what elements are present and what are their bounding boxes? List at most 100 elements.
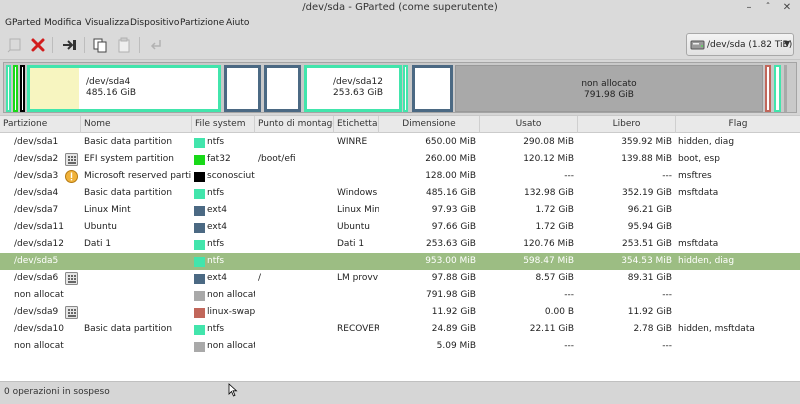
paste-icon[interactable] [116,37,132,53]
copy-icon[interactable] [92,37,108,53]
table-row[interactable]: /dev/sda4 Basic data partition ntfs Windows… [0,185,800,202]
cell-used: 1.72 GiB [535,222,574,232]
cell-partition: /dev/sda2 [14,154,59,164]
device-label: /dev/sda (1.82 TiB) [707,40,793,50]
map-segment-sda6[interactable] [412,65,453,112]
table-row[interactable]: /dev/sda3 Microsoft reserved partition sco… [0,168,800,185]
cell-free: 95.94 GiB [627,222,672,232]
filesystem-color-swatch [194,240,205,250]
cell-filesystem: ntfs [207,137,225,147]
cell-mount-point: /boot/efi [258,154,296,164]
table-row[interactable]: non allocato non allocato 791.98 GiB --- --- [0,287,800,304]
menu-aiuto[interactable]: Aiuto [226,18,249,28]
cell-name [84,304,191,321]
cell-name: Ubuntu [84,222,117,232]
cell-free: --- [662,290,672,300]
cell-flags: hidden, diag [678,137,735,147]
close-icon[interactable]: ✕ [781,2,793,14]
undo-icon[interactable] [148,37,164,53]
map-segment-sda7[interactable] [224,65,261,112]
used-space-fill [30,68,79,109]
cell-flags [678,219,798,236]
table-row[interactable]: /dev/sda10 Basic data partition ntfs RECOVE… [0,321,800,338]
map-segment-sda4[interactable]: /dev/sda4 485.16 GiB [27,65,221,112]
title-bar: /dev/sda - GParted (come superutente) – … [0,0,800,17]
filesystem-color-swatch [194,172,205,182]
column-header-flag[interactable]: Flag [676,116,800,133]
column-header-partizione[interactable]: Partizione [0,116,81,133]
cell-filesystem: non allocato [207,341,255,351]
cell-flags: boot, esp [678,154,720,164]
map-segment-sda3[interactable] [20,65,25,112]
cell-used: 598.47 MiB [523,256,574,266]
cell-filesystem: fat32 [207,154,231,164]
column-header-dimensione[interactable]: Dimensione [379,116,480,133]
cell-size: 260.00 MiB [425,154,476,164]
column-header-nome[interactable]: Nome [81,116,192,133]
cell-filesystem: ntfs [207,324,225,334]
menu-gparted[interactable]: GParted [5,18,41,28]
warning-icon [65,170,78,183]
new-partition-icon[interactable] [7,37,23,53]
table-row[interactable]: /dev/sda12 Dati 1 ntfs Dati 1 253.63 GiB 120.… [0,236,800,253]
map-segment-unallocated-end[interactable] [784,65,787,112]
device-selector[interactable]: /dev/sda (1.82 TiB) ▼ [686,33,794,56]
cell-partition: /dev/sda10 [14,324,64,334]
cell-partition: /dev/sda1 [14,137,59,147]
cell-mount-point: / [258,273,262,283]
table-row[interactable]: /dev/sda7 Linux Mint ext4 Linux Mint 97.93 G… [0,202,800,219]
table-row[interactable]: /dev/sda5 ntfs 953.00 MiB 598.47 MiB 354.53 … [0,253,800,270]
cell-used: --- [564,290,574,300]
cell-used: --- [564,341,574,351]
cell-size: 5.09 MiB [436,341,476,351]
resize-move-icon[interactable] [62,37,78,53]
filesystem-color-swatch [194,138,205,148]
table-row[interactable]: /dev/sda9 linux-swap 11.92 GiB 0.00 B 11.92 … [0,304,800,321]
cell-filesystem: ext4 [207,205,227,215]
table-row[interactable]: /dev/sda6 ext4 / LM provv 97.88 GiB 8.57 GiB 8… [0,270,800,287]
cell-partition: /dev/sda9 [14,307,59,317]
cell-mount-point [258,253,333,270]
cell-free: 11.92 GiB [627,307,672,317]
column-header-usato[interactable]: Usato [480,116,578,133]
cell-size: 128.00 MiB [425,171,476,181]
mouse-pointer-icon [228,383,238,397]
cell-size: 97.66 GiB [431,222,476,232]
cell-name: Basic data partition [84,137,173,147]
cell-filesystem: ext4 [207,222,227,232]
filesystem-color-swatch [194,155,205,165]
column-header-punto-montaggio[interactable]: Punto di montaggio [255,116,334,133]
cell-size: 650.00 MiB [425,137,476,147]
menu-dispositivo[interactable]: Dispositivo [130,18,179,28]
table-row[interactable]: /dev/sda1 Basic data partition ntfs WINRE 65… [0,134,800,151]
maximize-icon[interactable]: ˆ [762,2,774,14]
table-row[interactable]: non allocato non allocato 5.09 MiB --- --- [0,338,800,355]
chevron-down-icon: ▼ [784,39,791,48]
menu-visualizza[interactable]: Visualizza [85,18,129,28]
cell-mount-point [258,338,333,355]
map-segment-sda1[interactable] [6,65,11,112]
column-header-libero[interactable]: Libero [578,116,676,133]
menu-bar: GParted Modifica Visualizza Dispositivo … [0,17,800,31]
cell-partition: non allocato [14,341,64,351]
map-segment-sda11[interactable] [264,65,301,112]
menu-modifica[interactable]: Modifica [44,18,82,28]
table-row[interactable]: /dev/sda2 EFI system partition fat32/boot/… [0,151,800,168]
map-segment-sda10[interactable] [774,65,781,112]
filesystem-color-swatch [194,325,205,335]
column-header-etichetta[interactable]: Etichetta [334,116,379,133]
cell-filesystem: ext4 [207,273,227,283]
column-header-file-system[interactable]: File system [192,116,255,133]
map-segment-sda2[interactable] [13,65,18,112]
minimize-icon[interactable]: – [743,2,755,14]
delete-icon[interactable] [30,37,46,53]
map-segment-sda9[interactable] [765,65,771,112]
menu-partizione[interactable]: Partizione [180,18,224,28]
map-segment-sda12[interactable]: /dev/sda12 253.63 GiB [304,65,402,112]
table-row[interactable]: /dev/sda11 Ubuntu ext4 Ubuntu 97.66 GiB 1.72 … [0,219,800,236]
cell-mount-point [258,202,333,219]
map-segment-sda5[interactable] [403,65,408,112]
cell-label: RECOVERY [337,324,379,334]
cell-name: Linux Mint [84,205,131,215]
map-segment-unallocated[interactable]: non allocato 791.98 GiB [455,65,763,112]
